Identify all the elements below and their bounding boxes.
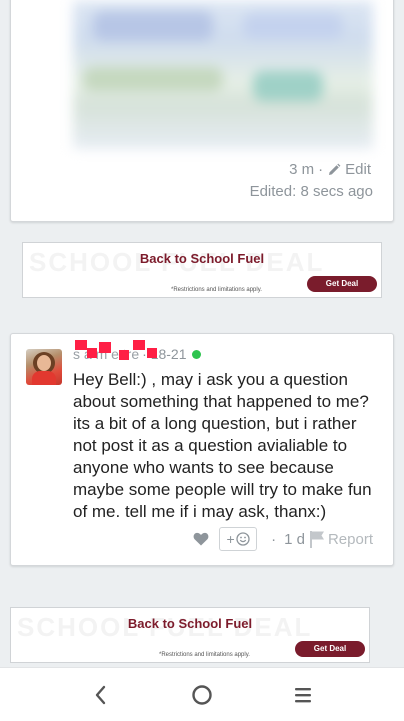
home-button[interactable]: [187, 680, 217, 710]
pencil-icon: [329, 163, 341, 175]
ad-fine-print: *Restrictions and limitations apply.: [171, 287, 262, 293]
recents-button[interactable]: [288, 680, 318, 710]
comment-age: 1 d: [284, 530, 305, 548]
author-name[interactable]: s a m e tre: [73, 340, 157, 362]
post-meta-row: 3 m · Edit: [289, 161, 371, 178]
report-button[interactable]: Report: [309, 530, 373, 548]
redaction-mark: [119, 350, 129, 360]
back-button[interactable]: [86, 680, 116, 710]
recents-lines-icon: [295, 688, 311, 703]
smiley-icon: [236, 532, 250, 546]
ad-banner[interactable]: SCHOOL FUEL DEAL Back to School Fuel *Re…: [22, 242, 382, 298]
get-deal-button[interactable]: Get Deal: [295, 641, 365, 657]
separator-dot: ·: [271, 530, 277, 548]
avatar[interactable]: [26, 349, 62, 385]
ad-banner[interactable]: SCHOOL FUEL DEAL Back to School Fuel *Re…: [10, 607, 370, 663]
flag-icon: [309, 531, 324, 548]
redaction-mark: [99, 342, 111, 353]
home-circle-icon: [192, 685, 212, 705]
redaction-mark: [87, 348, 97, 358]
system-navigation-bar: [0, 667, 404, 721]
separator-dot: ·: [318, 161, 324, 178]
online-status-dot: [191, 349, 201, 359]
get-deal-button[interactable]: Get Deal: [307, 276, 377, 292]
ad-title: Back to School Fuel: [127, 616, 253, 631]
heart-icon[interactable]: [193, 532, 209, 546]
comment-text: Hey Bell:) , may i ask you a question ab…: [73, 370, 372, 521]
redaction-mark: [147, 348, 157, 358]
ad-title: Back to School Fuel: [139, 251, 265, 266]
edited-timestamp: Edited: 8 secs ago: [249, 183, 373, 200]
back-chevron-icon: [95, 685, 106, 705]
comment-actions: + · 1 d Report: [193, 527, 373, 551]
report-label: Report: [327, 530, 373, 548]
blurred-post-image: [73, 1, 373, 149]
author-row: s a m e tre · 18-21: [73, 340, 201, 364]
comment-card: s a m e tre · 18-21 Hey Bell:) , may i a…: [10, 333, 394, 566]
add-reaction-button[interactable]: +: [219, 527, 258, 551]
post-time: 3 m: [289, 161, 315, 178]
edit-button[interactable]: Edit: [327, 161, 371, 178]
post-card: 3 m · Edit Edited: 8 secs ago: [10, 0, 394, 222]
edit-label: Edit: [345, 161, 371, 178]
ad-fine-print: *Restrictions and limitations apply.: [159, 652, 250, 658]
redaction-mark: [75, 340, 87, 350]
redaction-mark: [133, 340, 145, 350]
